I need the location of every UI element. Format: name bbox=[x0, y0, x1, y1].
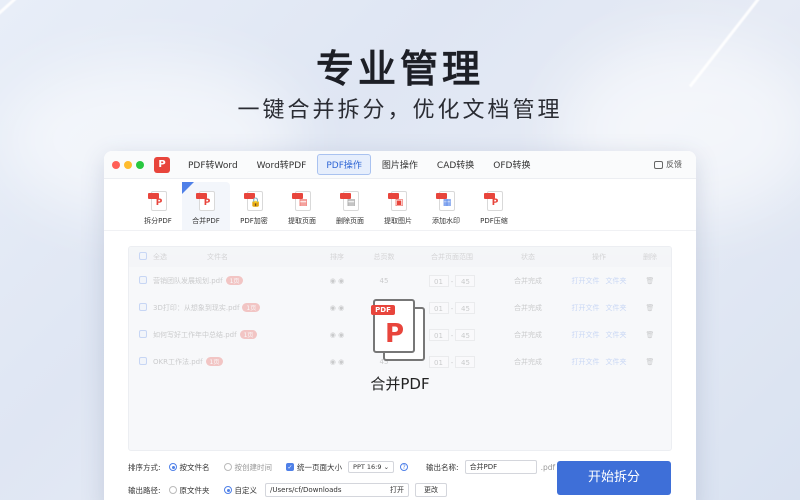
tool-extract-pages[interactable]: ▤ 提取页面 bbox=[278, 182, 326, 230]
radio-unchecked-icon bbox=[168, 486, 177, 494]
tool-merge-pdf[interactable]: P 合并PDF bbox=[182, 182, 230, 230]
delete-pages-icon: ▤ bbox=[340, 189, 360, 213]
merge-pdf-large-icon: PDF P bbox=[371, 299, 429, 363]
sort-label: 排序方式: bbox=[128, 462, 161, 472]
selected-corner-icon bbox=[182, 182, 194, 194]
tool-label: PDF加密 bbox=[240, 217, 268, 225]
options-area: 排序方式: 按文件名 按创建时间 ✓ 统一页面大小 PPT 16:9 ⌄ ? 输出名… bbox=[128, 455, 672, 500]
path-custom-option[interactable]: 自定义 bbox=[223, 485, 258, 496]
tab-cad-convert[interactable]: CAD转换 bbox=[429, 155, 482, 174]
output-name-label: 输出名称: bbox=[426, 462, 459, 472]
output-path-input[interactable]: /Users/cf/Downloads 打开 bbox=[265, 483, 410, 497]
file-list-panel: 全选 文件名 排序 总页数 合并页面范围 状态 操作 删除 营销团队发展规划.pd… bbox=[128, 246, 672, 451]
path-label: 输出路径: bbox=[128, 485, 161, 495]
unify-size-option[interactable]: ✓ 统一页面大小 bbox=[286, 462, 342, 473]
minimize-window-button[interactable] bbox=[124, 160, 132, 169]
drop-overlay[interactable]: PDF P 合并PDF bbox=[129, 247, 671, 450]
radio-checked-icon bbox=[168, 463, 177, 471]
path-original-option[interactable]: 原文件夹 bbox=[168, 485, 210, 496]
maximize-window-button[interactable] bbox=[136, 160, 144, 169]
open-path-button[interactable]: 打开 bbox=[390, 485, 404, 495]
tab-pdf-to-word[interactable]: PDF转Word bbox=[180, 155, 246, 174]
tab-ofd-convert[interactable]: OFD转换 bbox=[485, 155, 538, 174]
start-button[interactable]: 开始拆分 bbox=[557, 461, 671, 495]
tool-label: 添加水印 bbox=[432, 217, 460, 225]
sort-by-name-label: 按文件名 bbox=[179, 462, 210, 472]
app-window: P PDF转Word Word转PDF PDF操作 图片操作 CAD转换 OFD… bbox=[104, 151, 696, 500]
hero-title: 专业管理 bbox=[315, 47, 484, 91]
radio-unchecked-icon bbox=[223, 463, 232, 471]
page-size-select[interactable]: PPT 16:9 ⌄ bbox=[348, 461, 395, 473]
extract-pages-icon: ▤ bbox=[292, 189, 312, 213]
tool-split-pdf[interactable]: P 拆分PDF bbox=[134, 182, 182, 230]
chevron-down-icon: ⌄ bbox=[383, 463, 390, 471]
path-row: 输出路径: 原文件夹 自定义 /Users/cf/Downloads 打开 更改 bbox=[128, 482, 448, 498]
close-window-button[interactable] bbox=[112, 160, 120, 169]
compress-pdf-icon: P bbox=[484, 189, 504, 213]
title-bar: P PDF转Word Word转PDF PDF操作 图片操作 CAD转换 OFD… bbox=[104, 151, 696, 179]
sort-by-created-option[interactable]: 按创建时间 bbox=[223, 462, 273, 473]
feedback-icon bbox=[654, 160, 663, 169]
tool-compress-pdf[interactable]: P PDF压缩 bbox=[470, 182, 518, 230]
feedback-label: 反馈 bbox=[666, 160, 682, 169]
tool-label: PDF压缩 bbox=[480, 217, 508, 225]
tab-image-operations[interactable]: 图片操作 bbox=[374, 155, 426, 174]
tool-extract-images[interactable]: ▣ 提取图片 bbox=[374, 182, 422, 230]
tool-label: 删除页面 bbox=[336, 217, 364, 225]
extract-images-icon: ▣ bbox=[388, 189, 408, 213]
overlay-label: 合并PDF bbox=[370, 375, 430, 393]
radio-checked-icon bbox=[223, 486, 232, 494]
watermark-icon: ▦ bbox=[436, 189, 456, 213]
main-tabs: PDF转Word Word转PDF PDF操作 图片操作 CAD转换 OFD转换 bbox=[180, 154, 541, 175]
sort-by-name-option[interactable]: 按文件名 bbox=[168, 462, 210, 473]
app-logo-icon: P bbox=[154, 156, 170, 173]
hero-subtitle: 一键合并拆分，优化文档管理 bbox=[237, 98, 563, 123]
sort-row: 排序方式: 按文件名 按创建时间 ✓ 统一页面大小 PPT 16:9 ⌄ ? 输出名… bbox=[128, 459, 555, 475]
tool-label: 合并PDF bbox=[192, 217, 220, 225]
split-pdf-icon: P bbox=[148, 189, 168, 213]
path-custom-label: 自定义 bbox=[234, 485, 258, 495]
feedback-button[interactable]: 反馈 bbox=[654, 159, 682, 170]
light-streak-left bbox=[0, 0, 88, 23]
tool-label: 拆分PDF bbox=[144, 217, 172, 225]
help-icon[interactable]: ? bbox=[400, 463, 409, 471]
tool-add-watermark[interactable]: ▦ 添加水印 bbox=[422, 182, 470, 230]
tool-label: 提取图片 bbox=[384, 217, 412, 225]
tool-delete-pages[interactable]: ▤ 删除页面 bbox=[326, 182, 374, 230]
checkbox-checked-icon: ✓ bbox=[286, 463, 295, 471]
output-path-value: /Users/cf/Downloads bbox=[270, 486, 342, 494]
tool-bar: P 拆分PDF P 合并PDF 🔒 PDF加密 ▤ 提取页面 ▤ 删除页面 ▣ … bbox=[104, 179, 696, 231]
encrypt-pdf-icon: 🔒 bbox=[244, 189, 264, 213]
change-path-button[interactable]: 更改 bbox=[415, 483, 448, 497]
tool-encrypt-pdf[interactable]: 🔒 PDF加密 bbox=[230, 182, 278, 230]
merge-pdf-icon: P bbox=[196, 189, 216, 213]
sort-by-created-label: 按创建时间 bbox=[234, 462, 273, 472]
output-ext: .pdf bbox=[540, 462, 556, 472]
output-name-input[interactable]: 合并PDF bbox=[464, 460, 537, 474]
page-size-value: PPT 16:9 bbox=[353, 463, 382, 471]
unify-size-label: 统一页面大小 bbox=[297, 462, 343, 472]
pdf-tag: PDF bbox=[371, 305, 395, 315]
tab-word-to-pdf[interactable]: Word转PDF bbox=[249, 155, 315, 174]
tab-pdf-operations[interactable]: PDF操作 bbox=[317, 154, 371, 175]
pdf-mark-icon: P bbox=[385, 319, 405, 349]
tool-label: 提取页面 bbox=[288, 217, 316, 225]
path-original-label: 原文件夹 bbox=[179, 485, 210, 495]
